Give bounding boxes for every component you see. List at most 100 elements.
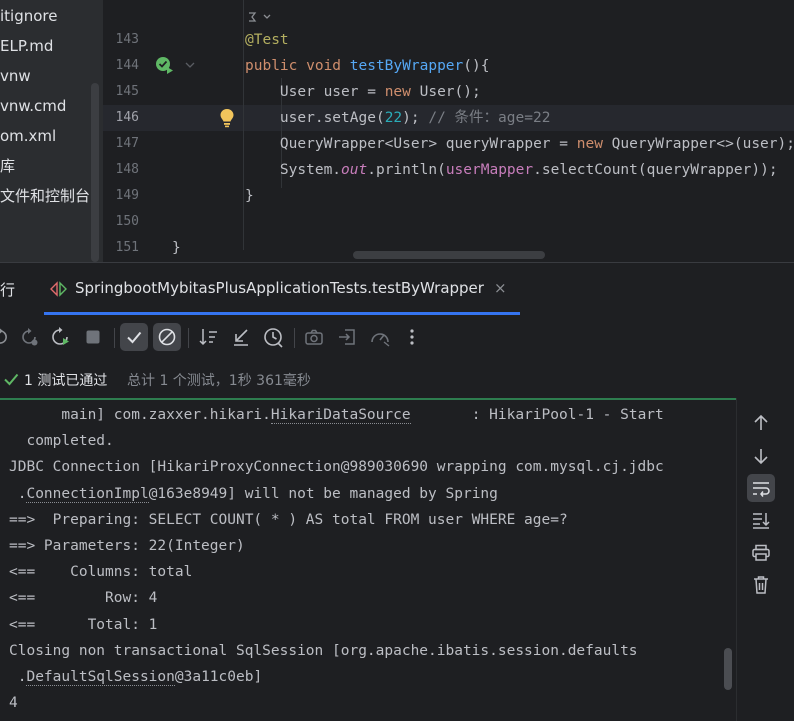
run-config-tab[interactable]: SpringbootMybitasPlusApplicationTests.te… xyxy=(44,263,520,315)
indent-guide xyxy=(243,0,244,250)
code-line[interactable]: User user = new User(); xyxy=(245,79,481,105)
console-link[interactable]: ConnectionImpl xyxy=(26,485,149,503)
trash-icon[interactable] xyxy=(747,571,775,599)
code-token: public xyxy=(245,58,307,74)
code-line[interactable]: public void testByWrapper(){ xyxy=(245,53,489,79)
check-icon xyxy=(2,370,20,392)
console-side-toolbar xyxy=(736,398,794,721)
editor-horizontal-scrollbar[interactable] xyxy=(353,251,545,259)
code-token: .selectCount(queryWrapper)); xyxy=(533,162,778,178)
code-token: } xyxy=(172,240,181,256)
project-tree-item[interactable]: om.xml xyxy=(0,125,56,147)
line-number: 146 xyxy=(115,110,139,125)
code-token: System. xyxy=(245,162,342,178)
code-token: 22 xyxy=(384,110,403,126)
code-token: ); xyxy=(402,110,429,126)
collapse-icon[interactable] xyxy=(227,323,255,351)
project-tree-item[interactable]: 库 xyxy=(0,155,15,177)
console-text: . xyxy=(9,669,27,685)
console-output[interactable]: main] com.zaxxer.hikari.HikariDataSource… xyxy=(0,398,736,721)
console-text: ==> Parameters: 22(Integer) xyxy=(9,538,245,554)
code-token: @Test xyxy=(245,32,289,48)
console-text: @163e8949] will not be managed by Spring xyxy=(148,485,498,502)
code-line[interactable]: } xyxy=(172,235,181,261)
project-tree-item[interactable]: vnw xyxy=(0,65,31,87)
fold-hint-icon[interactable] xyxy=(245,8,275,26)
run-tool-window: 行 SpringbootMybitasPlusApplicationTests.… xyxy=(0,262,794,721)
camera-icon[interactable] xyxy=(300,323,328,351)
run-test-gutter-icon[interactable] xyxy=(153,54,175,76)
import-icon[interactable] xyxy=(333,323,361,351)
project-tree-item[interactable]: ELP.md xyxy=(0,35,53,57)
line-number: 151 xyxy=(115,240,139,255)
console-text: . xyxy=(9,485,27,502)
line-number: 147 xyxy=(115,136,139,151)
console-line: 4 xyxy=(9,690,18,716)
toolbar-separator xyxy=(114,328,115,348)
console-line: JDBC Connection [HikariProxyConnection@9… xyxy=(9,454,664,480)
code-token: void xyxy=(306,58,350,74)
toggle-auto-test-icon[interactable] xyxy=(46,323,74,351)
rerun-icon[interactable] xyxy=(0,323,14,351)
code-token: (){ xyxy=(463,58,490,74)
code-token: // 条件：age=22 xyxy=(428,110,551,126)
console-line: .DefaultSqlSession@3a11c0eb] xyxy=(9,664,262,690)
console-text: JDBC Connection [HikariProxyConnection@9… xyxy=(9,459,664,476)
code-token: QueryWrapper<User> queryWrapper = xyxy=(245,136,577,152)
line-number: 149 xyxy=(115,188,139,203)
up-arrow-icon[interactable] xyxy=(747,409,775,437)
code-line[interactable]: user.setAge(22); // 条件：age=22 xyxy=(245,105,551,131)
console-link[interactable]: DefaultSqlSession xyxy=(26,669,175,686)
console-text: <== Row: 4 xyxy=(9,590,158,607)
run-toolbar xyxy=(0,321,794,355)
console-line: Closing non transactional SqlSession [or… xyxy=(9,638,638,664)
code-token: testByWrapper xyxy=(349,58,464,74)
console-scrollbar[interactable] xyxy=(724,648,732,690)
print-icon[interactable] xyxy=(747,539,775,567)
show-passed-icon[interactable] xyxy=(120,323,148,351)
line-number: 144 xyxy=(115,58,139,73)
rerun-failed-icon[interactable] xyxy=(15,323,43,351)
line-number: 145 xyxy=(115,84,139,99)
console-link[interactable]: HikariDataSource xyxy=(270,407,411,424)
code-line[interactable]: @Test xyxy=(245,27,289,53)
console-text: <== Columns: total xyxy=(9,564,193,581)
lightbulb-icon[interactable] xyxy=(217,108,237,128)
console-line: completed. xyxy=(9,428,113,454)
console-text: main] com.zaxxer.hikari. xyxy=(9,407,271,423)
down-arrow-icon[interactable] xyxy=(747,442,775,470)
run-panel-title: 行 xyxy=(0,281,16,299)
fold-chevron-icon[interactable] xyxy=(183,58,197,72)
soft-wrap-icon[interactable] xyxy=(747,474,775,502)
project-tree-item[interactable]: itignore xyxy=(0,5,58,27)
stop-icon[interactable] xyxy=(79,323,107,351)
show-ignored-icon[interactable] xyxy=(153,323,181,351)
code-line[interactable]: } xyxy=(245,183,254,209)
more-options-icon[interactable] xyxy=(398,323,426,351)
code-token: user.setAge( xyxy=(245,110,385,126)
code-line[interactable]: QueryWrapper<User> queryWrapper = new Qu… xyxy=(245,131,794,157)
tests-passed-label: 1 测试已通过 xyxy=(24,373,108,389)
toolbar-separator xyxy=(188,328,189,348)
console-line: .ConnectionImpl@163e8949] will not be ma… xyxy=(9,481,498,507)
project-tree-item[interactable]: vnw.cmd xyxy=(0,95,66,117)
tests-total-label: 总计 1 个测试，1秒 361毫秒 xyxy=(127,373,311,389)
scroll-to-end-icon[interactable] xyxy=(747,506,775,534)
close-tab-icon[interactable]: × xyxy=(494,279,507,297)
history-icon[interactable] xyxy=(259,323,287,351)
line-number: 150 xyxy=(115,214,139,229)
coverage-icon[interactable] xyxy=(366,323,394,351)
sort-icon[interactable] xyxy=(195,323,223,351)
code-editor[interactable]: 143 @Test 144 public void testByWrapper(){1… xyxy=(103,0,794,262)
code-token: QueryWrapper<>(user); xyxy=(611,136,794,152)
console-text: Closing non transactional SqlSession [or… xyxy=(9,642,638,659)
line-number: 148 xyxy=(115,162,139,177)
project-tree-scrollbar[interactable] xyxy=(91,83,99,262)
console-line: ==> Preparing: SELECT COUNT( * ) AS tota… xyxy=(9,507,568,533)
console-line: <== Row: 4 xyxy=(9,585,157,611)
console-text: 4 xyxy=(9,695,18,712)
code-token: .println( xyxy=(367,162,446,178)
code-line[interactable]: System.out.println(userMapper.selectCoun… xyxy=(245,157,778,183)
code-token: User(); xyxy=(419,84,481,100)
project-tree-item[interactable]: 文件和控制台 xyxy=(0,185,90,207)
